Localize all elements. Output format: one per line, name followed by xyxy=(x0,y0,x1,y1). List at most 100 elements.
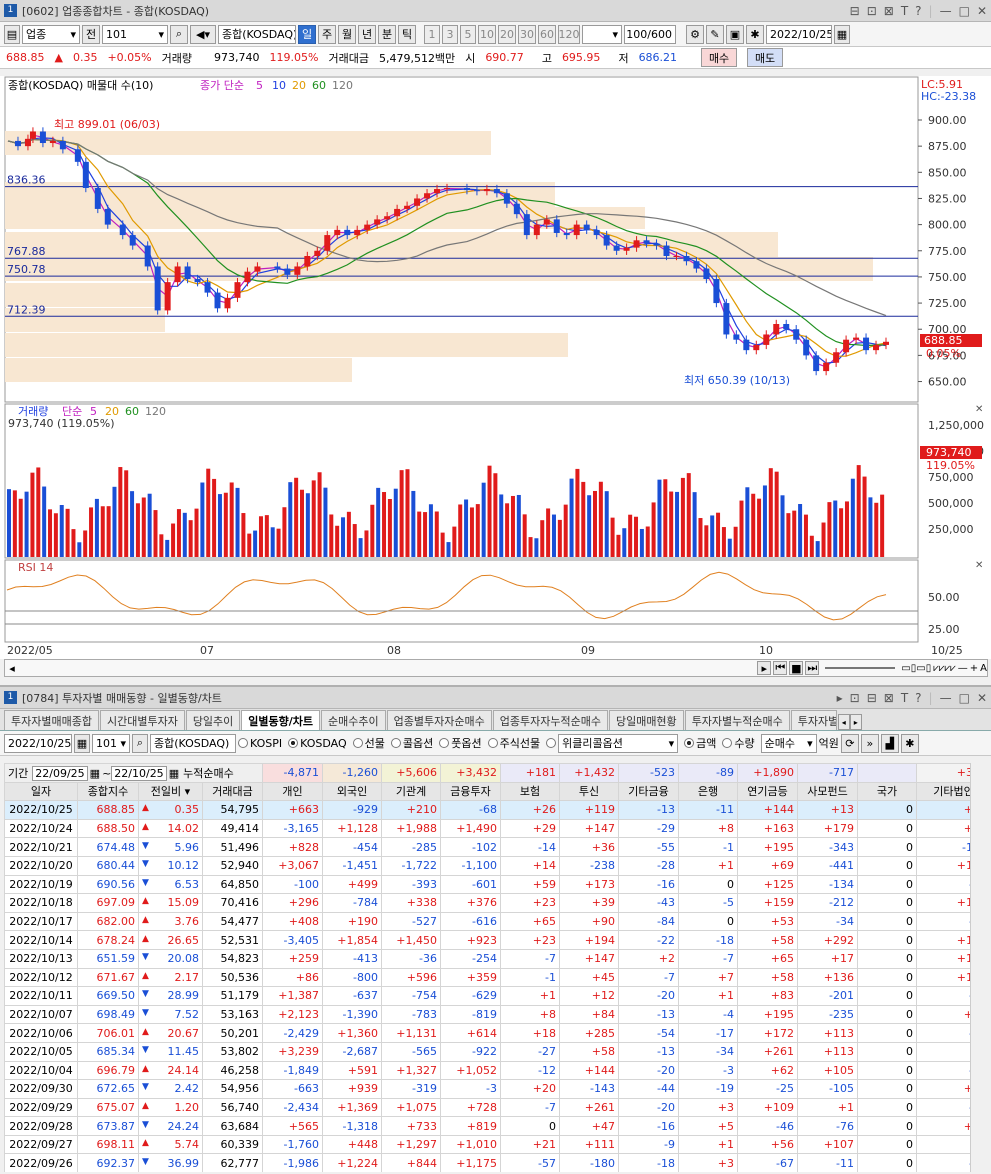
interval-30[interactable]: 30 xyxy=(518,24,536,44)
pin-icon[interactable]: ⊠ xyxy=(884,4,894,18)
close-icon[interactable]: ✕ xyxy=(977,4,987,18)
mode-select[interactable]: 순매수 ▾ xyxy=(760,733,817,753)
column-header[interactable]: 보험 xyxy=(500,781,561,802)
interval-60[interactable]: 60 xyxy=(538,24,556,44)
date-field[interactable]: 2022/10/25 xyxy=(766,24,832,44)
interval-120[interactable]: 120 xyxy=(558,24,580,44)
buy-button[interactable]: 매수 xyxy=(701,48,738,67)
chart-area[interactable]: 836.36 767.88 750.78 712.39 900.00 875.00 850… xyxy=(0,76,991,659)
rewind-icon[interactable]: ⏮ xyxy=(773,661,788,675)
chart-scrollbar[interactable]: ◂ ▸ ⏮ ■ ⏭ ▭▯▭▯ ⩗⩗⩗⩗ — + A xyxy=(4,659,988,677)
code-input[interactable]: 101 ▾ xyxy=(102,24,168,44)
tab-daily-chart[interactable]: 일별동향/차트 xyxy=(241,710,321,730)
column-header[interactable]: 연기금등 xyxy=(737,781,799,802)
radio-futures[interactable]: 선물 xyxy=(352,735,385,751)
type-select[interactable]: 업종 ▾ xyxy=(22,24,80,44)
link-icon[interactable]: ⊟ xyxy=(867,691,877,705)
settings-icon[interactable]: ✱ xyxy=(900,733,919,753)
zoom-out-icon[interactable]: — xyxy=(958,663,968,674)
table-row[interactable]: 2022/10/21 674.48 ▼ 5.96 51,496 +828 -454 -285-… xyxy=(4,837,987,857)
scroll-left-icon[interactable]: ◂ xyxy=(5,662,19,675)
period-tick[interactable]: 틱 xyxy=(398,24,416,44)
column-header[interactable]: 거래대금 xyxy=(201,781,264,802)
help-icon[interactable]: ? xyxy=(915,4,921,18)
table-scrollbar[interactable] xyxy=(970,763,987,1172)
interval-1[interactable]: 1 xyxy=(424,24,440,44)
table-row[interactable]: 2022/10/07 698.49 ▼ 7.52 53,163 +2,123 -1,390-… xyxy=(4,1004,987,1025)
font-size-icon[interactable]: A xyxy=(980,663,987,674)
chart-type-icons[interactable]: ⩗⩗⩗⩗ xyxy=(933,663,956,674)
save-icon[interactable]: ▣ xyxy=(726,24,744,44)
tab-summary[interactable]: 투자자별매매종합 xyxy=(4,710,99,730)
font-icon[interactable]: T xyxy=(901,4,908,18)
period-month[interactable]: 월 xyxy=(338,24,356,44)
rsi-panel-close-icon[interactable]: ✕ xyxy=(975,560,983,571)
column-header[interactable]: 종합지수 xyxy=(77,781,139,802)
search-icon[interactable]: ⌕ xyxy=(132,733,148,753)
column-header[interactable]: 사모펀드 xyxy=(797,781,859,802)
link-icon[interactable]: ⊟ xyxy=(850,4,860,18)
refresh-icon[interactable]: ⟳ xyxy=(840,733,859,753)
all-button[interactable]: 전 xyxy=(82,24,100,44)
table-row[interactable]: 2022/10/17 682.00 ▲ 3.76 54,477 +408 +190 -527-… xyxy=(4,911,987,932)
radio-quantity[interactable]: 수량 xyxy=(722,735,755,751)
sector-icon[interactable]: ▤ xyxy=(4,24,20,44)
interval-5[interactable]: 5 xyxy=(460,24,476,44)
tab-time[interactable]: 시간대별투자자 xyxy=(99,710,185,730)
column-header[interactable]: 기관계 xyxy=(381,781,442,802)
table-row[interactable]: 2022/10/05 685.34 ▼ 11.45 53,802 +3,239 -2,687… xyxy=(4,1041,987,1062)
maximize-icon[interactable]: □ xyxy=(959,691,970,705)
table-row[interactable]: 2022/09/26 692.37 ▼ 36.99 62,777 -1,986 +1,224… xyxy=(4,1153,987,1172)
close-icon[interactable]: ✕ xyxy=(977,691,987,705)
table-row[interactable]: 2022/09/27 698.11 ▲ 5.74 60,339 -1,760 +448 +1,… xyxy=(4,1134,987,1155)
minimize-icon[interactable]: — xyxy=(940,4,952,18)
tab-investor[interactable]: 투자자별 xyxy=(790,710,837,730)
sound-icon[interactable]: ◀▾ xyxy=(190,24,216,44)
zoom-in-icon[interactable]: + xyxy=(970,663,978,674)
sell-button[interactable]: 매도 xyxy=(747,48,784,67)
column-header[interactable]: 일자 xyxy=(4,781,78,802)
draw-tool-icon[interactable]: ✎ xyxy=(706,24,724,44)
radio-kospi[interactable]: KOSPI xyxy=(238,737,282,750)
sort-dropdown-icon[interactable]: ▾ xyxy=(181,785,191,798)
search-code-input[interactable]: 101 ▾ xyxy=(92,733,130,753)
pin-icon[interactable]: ⊠ xyxy=(884,691,894,705)
table-row[interactable]: 2022/10/18 697.09 ▲ 15.09 70,416 +296 -784 +338… xyxy=(4,893,987,913)
table-row[interactable]: 2022/10/04 696.79 ▲ 24.14 46,258 -1,849 +591 +1… xyxy=(4,1060,987,1081)
column-header[interactable]: 기타금융 xyxy=(618,781,680,802)
radio-kosdaq[interactable]: KOSDAQ xyxy=(288,737,347,750)
calendar-icon[interactable]: ▦ xyxy=(90,767,100,780)
chart-canvas[interactable]: 836.36 767.88 750.78 712.39 900.00 875.00 850… xyxy=(0,76,991,659)
column-header[interactable]: 투신 xyxy=(559,781,620,802)
next-icon[interactable]: » xyxy=(860,733,879,753)
period-day[interactable]: 일 xyxy=(298,24,316,44)
stop-icon[interactable]: ■ xyxy=(789,661,804,675)
radio-weekly-call[interactable]: 위클리콜옵션 ▾ xyxy=(546,733,679,753)
help-icon[interactable]: ? xyxy=(915,691,921,705)
table-row[interactable]: 2022/10/20 680.44 ▼ 10.12 52,940 +3,067 -1,451… xyxy=(4,855,987,876)
table-row[interactable]: 2022/10/19 690.56 ▼ 6.53 64,850 -100 +499 -393-… xyxy=(4,874,987,895)
weekly-call-select[interactable]: 위클리콜옵션 ▾ xyxy=(558,733,679,753)
radio-stock-futures[interactable]: 주식선물 xyxy=(487,735,540,751)
search-date-field[interactable]: 2022/10/25 xyxy=(4,733,72,753)
column-header[interactable]: 개인 xyxy=(262,781,324,802)
font-icon[interactable]: T xyxy=(901,691,908,705)
scroll-next-icon[interactable]: ▸ xyxy=(757,661,772,675)
radio-put[interactable]: 풋옵션 xyxy=(439,735,482,751)
settings-icon[interactable]: ✱ xyxy=(746,24,764,44)
period-minute[interactable]: 분 xyxy=(378,24,396,44)
tab-sector-net[interactable]: 업종별투자자순매수 xyxy=(386,710,492,730)
column-header[interactable]: 외국인 xyxy=(322,781,383,802)
volume-panel-close-icon[interactable]: ✕ xyxy=(975,404,983,415)
table-row[interactable]: 2022/10/14 678.24 ▲ 26.65 52,531 -3,405 +1,854… xyxy=(4,930,987,950)
table-row[interactable]: 2022/10/24 688.50 ▲ 14.02 49,414 -3,165 +1,128… xyxy=(4,818,987,839)
radio-amount[interactable]: 금액 xyxy=(684,735,716,751)
interval-custom-select[interactable]: ▾ xyxy=(582,24,622,44)
column-header[interactable]: 금융투자 xyxy=(440,781,502,802)
calendar-icon[interactable]: ▦ xyxy=(169,767,179,780)
table-row[interactable]: 2022/10/11 669.50 ▼ 28.99 51,179 +1,387 -637 -7… xyxy=(4,986,987,1006)
restore-icon[interactable]: ⊡ xyxy=(850,691,860,705)
restore-icon[interactable]: ⊡ xyxy=(867,4,877,18)
tab-today-trade[interactable]: 당일매매현황 xyxy=(608,710,684,730)
interval-20[interactable]: 20 xyxy=(498,24,516,44)
